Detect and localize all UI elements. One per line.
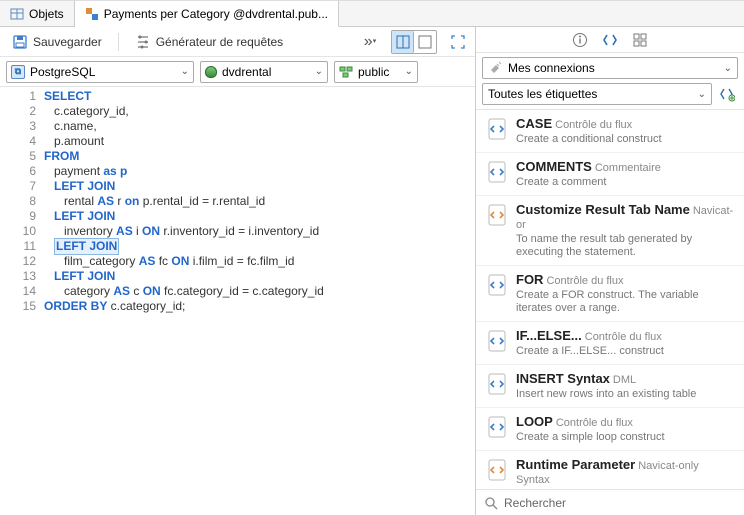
connection-selectors: ⧉ PostgreSQL ⌄ dvdrental ⌄ public ⌄ [0, 57, 475, 87]
search-placeholder: Rechercher [504, 496, 566, 510]
chevron-down-icon: ⌄ [181, 66, 189, 77]
tab-objects-label: Objets [29, 7, 64, 21]
single-view-icon[interactable] [414, 31, 436, 53]
snippet-desc: Insert new rows into an existing table [516, 388, 734, 401]
add-snippet-icon[interactable] [716, 83, 738, 105]
snippet-desc: Create a FOR construct. The variable ite… [516, 289, 734, 315]
snippet-type: Commentaire [595, 162, 661, 174]
toolbar: Sauvegarder Générateur de requêtes »▾ [0, 27, 475, 57]
snippet-title: Runtime Parameter [516, 457, 635, 472]
schema-selector[interactable]: public ⌄ [334, 61, 418, 83]
tag-filter[interactable]: Toutes les étiquettes ⌄ [482, 83, 712, 105]
qb-label: Générateur de requêtes [156, 35, 283, 49]
search-box[interactable]: Rechercher [476, 489, 744, 515]
chevron-down-icon: ⌄ [724, 63, 732, 74]
snippet-desc: Create a IF...ELSE... construct [516, 345, 734, 358]
tags-label: Toutes les étiquettes [488, 87, 597, 101]
engine-label: PostgreSQL [30, 65, 95, 79]
tab-query[interactable]: Payments per Category @dvdrental.pub... [75, 1, 339, 27]
line-gutter: 123456789101112131415 [0, 87, 44, 515]
tab-objects[interactable]: Objets [0, 1, 75, 26]
snippet-title: IF...ELSE... [516, 328, 582, 343]
snippet-icon [486, 330, 508, 352]
snippet-title: INSERT Syntax [516, 371, 610, 386]
connection-filter[interactable]: Mes connexions ⌄ [482, 57, 738, 79]
database-selector[interactable]: dvdrental ⌄ [200, 61, 328, 83]
save-icon [12, 34, 28, 50]
snippet-icon [486, 459, 508, 481]
schema-label: public [358, 65, 389, 79]
snippet-type: Contrôle du flux [556, 417, 633, 429]
snippet-title: CASE [516, 116, 552, 131]
chevron-down-icon: ⌄ [405, 66, 413, 77]
snippet-title: FOR [516, 272, 543, 287]
snippet-title: COMMENTS [516, 159, 592, 174]
sql-editor[interactable]: 123456789101112131415 SELECT c.category_… [0, 87, 475, 515]
info-icon[interactable] [571, 31, 589, 49]
save-button[interactable]: Sauvegarder [6, 31, 108, 53]
snippet-type: Contrôle du flux [555, 119, 632, 131]
snippet-icon [486, 118, 508, 140]
snippet-item[interactable]: Customize Result Tab NameNavicat-orTo na… [476, 196, 744, 266]
plug-icon [488, 61, 502, 75]
snippet-icon [486, 274, 508, 296]
chevron-down-icon: ⌄ [698, 89, 706, 100]
snippet-desc: To name the result tab generated by exec… [516, 233, 734, 259]
snippet-type: Contrôle du flux [546, 275, 623, 287]
table-icon [10, 7, 24, 21]
schema-icon [339, 65, 353, 79]
snippet-item[interactable]: IF...ELSE...Contrôle du flux Create a IF.… [476, 322, 744, 365]
snippet-item[interactable]: CASEContrôle du flux Create a conditional… [476, 110, 744, 153]
query-builder-button[interactable]: Générateur de requêtes [129, 31, 289, 53]
snippet-item[interactable]: INSERT SyntaxDML Insert new rows into an … [476, 365, 744, 408]
side-panel-tabs [476, 27, 744, 53]
more-icon[interactable]: »▾ [359, 31, 381, 53]
snippet-icon [486, 204, 508, 226]
view-toggle [391, 30, 437, 54]
grid-icon[interactable] [631, 31, 649, 49]
snippet-desc: Create a simple loop construct [516, 431, 734, 444]
snippet-desc: Create a comment [516, 176, 734, 189]
database-icon [205, 66, 217, 78]
tab-query-label: Payments per Category @dvdrental.pub... [104, 7, 328, 21]
snippet-item[interactable]: FORContrôle du flux Create a FOR construc… [476, 266, 744, 322]
tab-bar: Objets Payments per Category @dvdrental.… [0, 1, 744, 27]
snippet-list: CASEContrôle du fluxCreate a conditional… [476, 109, 744, 489]
postgres-icon: ⧉ [11, 65, 25, 79]
snippet-type: DML [613, 374, 636, 386]
save-label: Sauvegarder [33, 35, 102, 49]
code-content: SELECT c.category_id, c.name, p.amountFR… [44, 87, 324, 515]
separator [118, 33, 119, 51]
snippet-icon [486, 416, 508, 438]
snippet-desc: Create a conditional construct [516, 133, 734, 146]
snippet-icon [486, 373, 508, 395]
snippet-item[interactable]: Runtime ParameterNavicat-only SyntaxRunt… [476, 451, 744, 489]
split-view-icon[interactable] [392, 31, 414, 53]
snippet-item[interactable]: COMMENTSCommentaire Create a comment [476, 153, 744, 196]
snippet-title: LOOP [516, 414, 553, 429]
snippet-item[interactable]: LOOPContrôle du flux Create a simple loop… [476, 408, 744, 451]
db-label: dvdrental [222, 65, 271, 79]
snippet-icon [486, 161, 508, 183]
query-icon [85, 7, 99, 21]
engine-selector[interactable]: ⧉ PostgreSQL ⌄ [6, 61, 194, 83]
snippet-title: Customize Result Tab Name [516, 202, 690, 217]
fullscreen-icon[interactable] [447, 31, 469, 53]
search-icon [484, 496, 498, 510]
snippet-type: Contrôle du flux [585, 331, 662, 343]
conn-label: Mes connexions [508, 61, 595, 75]
query-builder-icon [135, 34, 151, 50]
snippets-icon[interactable] [601, 31, 619, 49]
chevron-down-icon: ⌄ [315, 66, 323, 77]
